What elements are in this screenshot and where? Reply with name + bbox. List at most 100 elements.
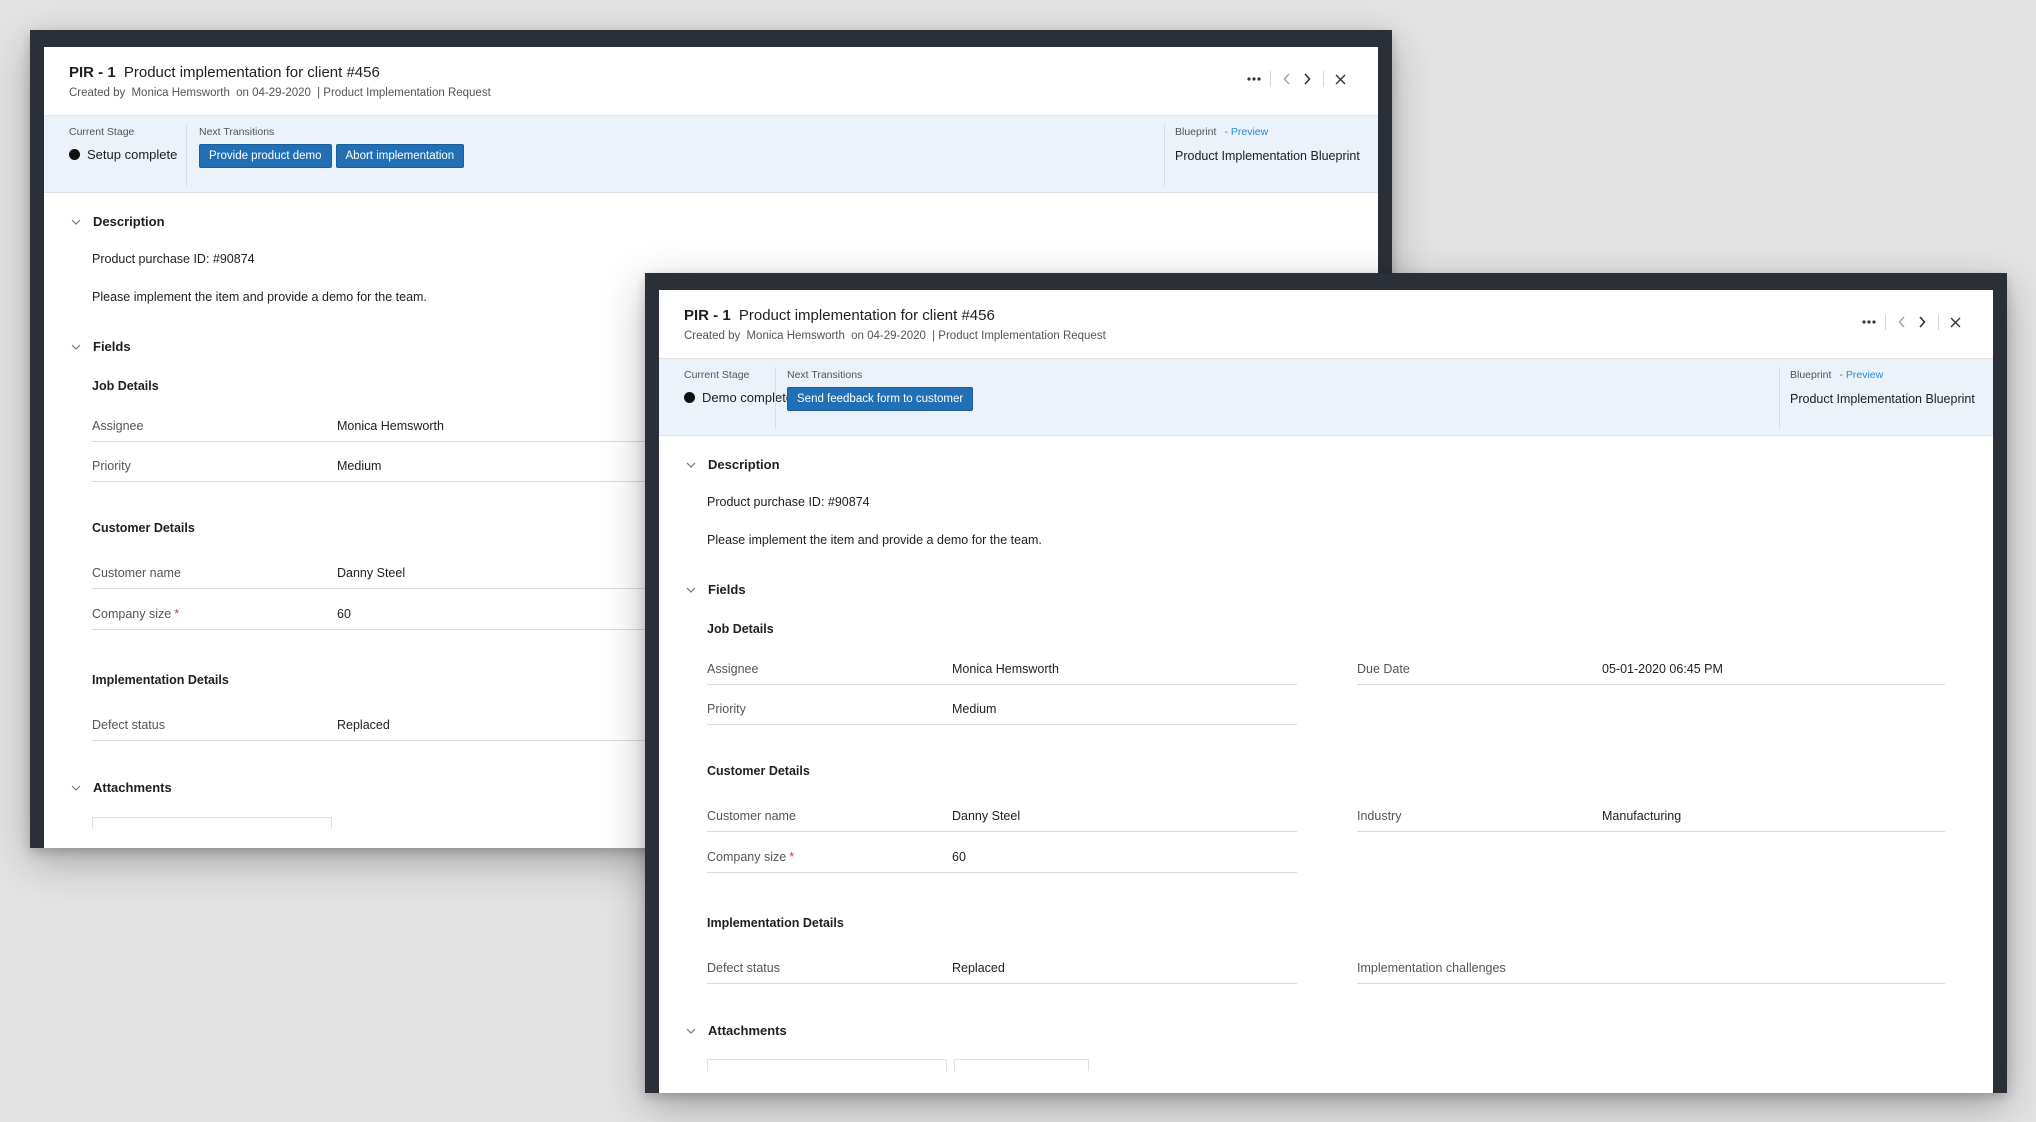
job-details-title: Job Details — [707, 622, 774, 636]
current-stage-text: Setup complete — [87, 147, 178, 162]
chevron-down-icon[interactable] — [69, 781, 83, 795]
field-value: Danny Steel — [952, 809, 1021, 823]
created-by-user[interactable]: Monica Hemsworth — [131, 87, 229, 99]
blueprint-name: Product Implementation Blueprint — [1790, 392, 1975, 406]
field-row-industry[interactable]: Industry Manufacturing — [1357, 802, 1945, 832]
field-row-defect-status[interactable]: Defect status Replaced — [92, 711, 682, 741]
description-section-header[interactable]: Description — [684, 457, 780, 472]
field-value: Monica Hemsworth — [952, 662, 1059, 676]
created-by-label: Created by — [69, 87, 126, 99]
field-row-customer-name[interactable]: Customer name Danny Steel — [707, 802, 1297, 832]
blueprint-name: Product Implementation Blueprint — [1175, 149, 1360, 163]
blueprint-preview-link[interactable]: - Preview — [1224, 126, 1268, 138]
send-feedback-form-button[interactable]: Send feedback form to customer — [787, 387, 974, 411]
record-window-front: PIR - 1 Product implementation for clien… — [645, 273, 2007, 1093]
fields-title: Fields — [708, 582, 746, 597]
field-value: 05-01-2020 06:45 PM — [1602, 662, 1723, 676]
chevron-right-icon[interactable] — [1912, 312, 1932, 332]
field-value: 60 — [952, 850, 966, 864]
field-label: Implementation challenges — [1357, 961, 1506, 975]
field-label: Priority — [707, 702, 746, 716]
field-row-assignee[interactable]: Assignee Monica Hemsworth — [92, 412, 682, 442]
field-row-implementation-challenges[interactable]: Implementation challenges — [1357, 954, 1945, 984]
field-row-company-size[interactable]: Company size * 60 — [92, 600, 682, 630]
next-transitions: Next Transitions Provide product demo Ab… — [199, 126, 465, 168]
field-label: Assignee — [92, 419, 144, 433]
record-header: PIR - 1 Product implementation for clien… — [659, 290, 1993, 359]
blueprint-label: Blueprint — [1790, 369, 1832, 381]
description-title: Description — [708, 457, 780, 472]
attachments-title: Attachments — [708, 1023, 787, 1038]
field-label: Company size * — [707, 850, 794, 864]
blueprint-heading: Blueprint - Preview — [1790, 369, 1990, 381]
record-panel: PIR - 1 Product implementation for clien… — [659, 290, 1993, 1093]
chevron-down-icon[interactable] — [684, 1024, 698, 1038]
record-meta: Created by Monica Hemsworth on 04-29-202… — [684, 330, 1109, 342]
stage-band: Current Stage Demo complete Next Transit… — [659, 359, 1993, 436]
field-row-assignee[interactable]: Assignee Monica Hemsworth — [707, 655, 1297, 685]
description-line: Product purchase ID: #90874 — [92, 252, 255, 266]
chevron-down-icon[interactable] — [684, 583, 698, 597]
field-label: Defect status — [707, 961, 780, 975]
stage-dot-icon — [69, 149, 80, 160]
transition-buttons: Send feedback form to customer — [787, 387, 974, 411]
field-value: Medium — [337, 459, 382, 473]
field-row-company-size[interactable]: Company size * 60 — [707, 843, 1297, 873]
provide-product-demo-button[interactable]: Provide product demo — [199, 144, 332, 168]
fields-title: Fields — [93, 339, 131, 354]
current-stage-label: Current Stage — [69, 126, 135, 138]
more-horizontal-icon[interactable] — [1859, 312, 1879, 332]
header-actions — [1244, 69, 1350, 89]
created-by-user[interactable]: Monica Hemsworth — [746, 330, 844, 342]
field-row-priority[interactable]: Priority Medium — [92, 452, 682, 482]
blueprint-info: Blueprint - Preview Product Implementatio… — [1790, 369, 1990, 407]
header-actions — [1859, 312, 1965, 332]
next-transitions: Next Transitions Send feedback form to c… — [787, 369, 974, 411]
chevron-down-icon[interactable] — [69, 215, 83, 229]
fields-section-header[interactable]: Fields — [69, 339, 131, 354]
close-icon[interactable] — [1330, 69, 1350, 89]
created-on-date: on 04-29-2020 — [851, 330, 926, 342]
required-mark: * — [789, 850, 795, 864]
more-horizontal-icon[interactable] — [1244, 69, 1264, 89]
fields-section-header[interactable]: Fields — [684, 582, 746, 597]
chevron-down-icon[interactable] — [69, 340, 83, 354]
field-value: Replaced — [337, 718, 390, 732]
record-name: Product implementation for client #456 — [123, 64, 380, 81]
company-size-label: Company size — [92, 607, 172, 621]
field-value: Monica Hemsworth — [337, 419, 444, 433]
blueprint-preview-link[interactable]: - Preview — [1839, 369, 1883, 381]
transition-buttons: Provide product demo Abort implementatio… — [199, 144, 465, 168]
field-row-customer-name[interactable]: Customer name Danny Steel — [92, 559, 682, 589]
attachments-section-header[interactable]: Attachments — [684, 1023, 787, 1038]
current-stage-text: Demo complete — [702, 390, 794, 405]
field-row-due-date[interactable]: Due Date 05-01-2020 06:45 PM — [1357, 655, 1945, 685]
stage-band: Current Stage Setup complete Next Transi… — [44, 116, 1378, 193]
chevron-left-icon[interactable] — [1892, 312, 1912, 332]
implementation-details-title: Implementation Details — [707, 916, 844, 930]
chevron-right-icon[interactable] — [1297, 69, 1317, 89]
attachment-dropzone[interactable] — [707, 1059, 947, 1071]
chevron-left-icon[interactable] — [1277, 69, 1297, 89]
description-section-header[interactable]: Description — [69, 214, 165, 229]
field-label: Defect status — [92, 718, 165, 732]
close-icon[interactable] — [1945, 312, 1965, 332]
attachments-title: Attachments — [93, 780, 172, 795]
current-stage: Current Stage Demo complete — [684, 369, 793, 405]
attachment-dropzone[interactable] — [92, 817, 332, 829]
record-header: PIR - 1 Product implementation for clien… — [44, 47, 1378, 116]
divider — [1270, 71, 1271, 87]
field-value: 60 — [337, 607, 351, 621]
field-label: Company size * — [92, 607, 179, 621]
attachment-button[interactable] — [954, 1059, 1089, 1071]
field-label: Industry — [1357, 809, 1402, 823]
field-row-priority[interactable]: Priority Medium — [707, 695, 1297, 725]
record-type: | Product Implementation Request — [317, 87, 491, 99]
current-stage-label: Current Stage — [684, 369, 750, 381]
field-value: Manufacturing — [1602, 809, 1682, 823]
field-row-defect-status[interactable]: Defect status Replaced — [707, 954, 1297, 984]
attachments-section-header[interactable]: Attachments — [69, 780, 172, 795]
abort-implementation-button[interactable]: Abort implementation — [335, 144, 465, 168]
chevron-down-icon[interactable] — [684, 458, 698, 472]
description-title: Description — [93, 214, 165, 229]
